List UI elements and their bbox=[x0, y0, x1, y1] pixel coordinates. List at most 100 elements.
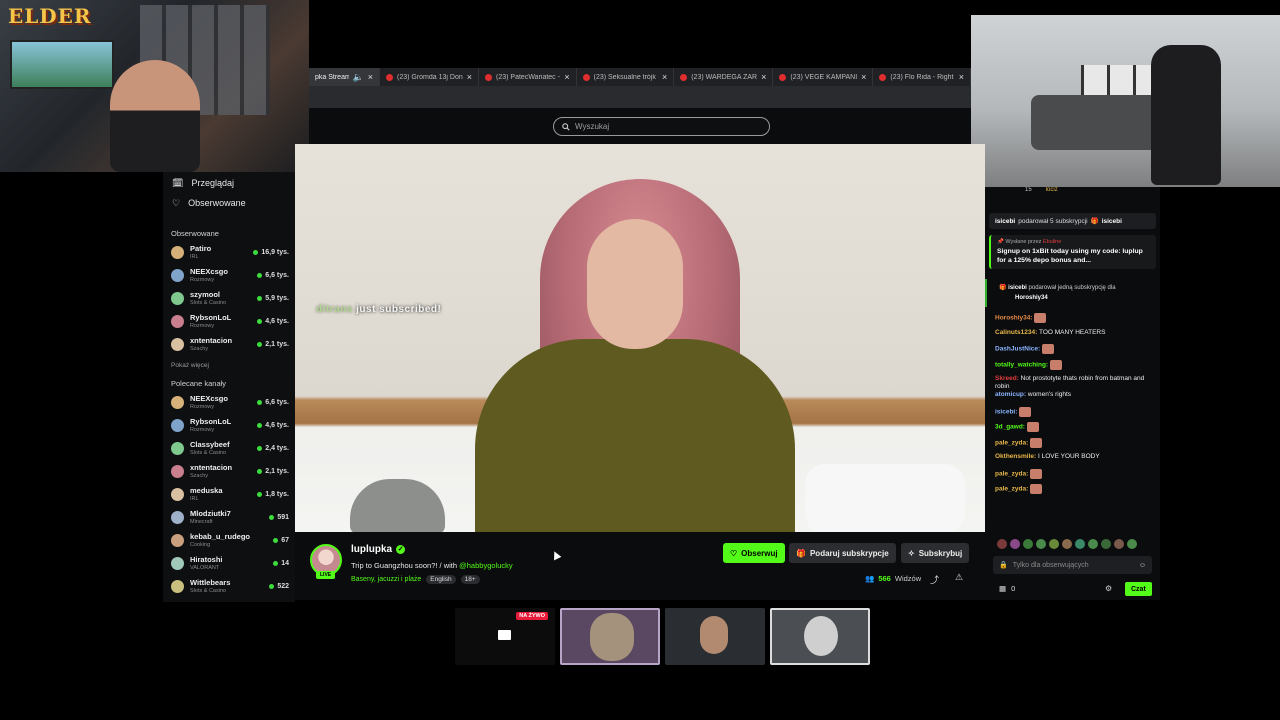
channel-name: Mlodziutki7 bbox=[190, 509, 231, 518]
live-dot-icon bbox=[257, 423, 263, 428]
channel-info: Hiratoshi VALORANT bbox=[190, 556, 273, 572]
channel-info: szymool Slots & Casino bbox=[190, 291, 257, 307]
sidebar-channel-item[interactable]: xntentacion Szachy 2,1 tys. bbox=[163, 460, 295, 483]
show-more-link[interactable]: Pokaż więcej bbox=[163, 359, 295, 373]
browser-tab[interactable]: (23) WARDEGA ZAR × bbox=[674, 68, 774, 86]
report-icon[interactable]: ⚠ bbox=[955, 572, 963, 583]
gear-icon[interactable]: ⚙ bbox=[1105, 584, 1112, 593]
sidebar-channel-item[interactable]: RybsonLoL Rozmowy 4,6 tys. bbox=[163, 310, 295, 333]
sidebar-channel-item[interactable]: Hiratoshi VALORANT 14 bbox=[163, 552, 295, 575]
chat-username[interactable]: Calinuts1234: bbox=[995, 329, 1037, 336]
emote-icon[interactable] bbox=[1127, 539, 1137, 549]
channel-viewers: 6,6 tys. bbox=[257, 272, 289, 279]
live-dot-icon bbox=[257, 342, 263, 347]
chat-username[interactable]: totally_watching: bbox=[995, 361, 1048, 368]
sidebar-channel-item[interactable]: meduska IRL 1,8 tys. bbox=[163, 483, 295, 506]
emote-icon[interactable] bbox=[1101, 539, 1111, 549]
emote-icon[interactable] bbox=[1036, 539, 1046, 549]
emote-icon[interactable] bbox=[1075, 539, 1085, 549]
close-icon[interactable]: × bbox=[662, 72, 667, 82]
emote-icon[interactable] bbox=[1049, 539, 1059, 549]
chat-username[interactable]: DashJustNice: bbox=[995, 346, 1040, 353]
sidebar-channel-item[interactable]: kebab_u_rudego Cooking 67 bbox=[163, 529, 295, 552]
channel-info: RybsonLoL Rozmowy bbox=[190, 418, 257, 434]
gift-banner-text: podarował 5 subskrypcji bbox=[1018, 217, 1088, 225]
youtube-icon bbox=[485, 73, 493, 81]
sidebar-channel-item[interactable]: Patiro IRL 16,9 tys. bbox=[163, 241, 295, 264]
browser-tab[interactable]: (23) Flo Rida - Right × bbox=[873, 68, 971, 86]
sidebar-channel-item[interactable]: xntentacion Szachy 2,1 tys. bbox=[163, 333, 295, 356]
sidebar-channel-item[interactable]: szymool Slots & Casino 5,9 tys. bbox=[163, 287, 295, 310]
subscribe-button[interactable]: ✧ Subskrybuj bbox=[901, 543, 970, 563]
chat-username[interactable]: Skreed: bbox=[995, 375, 1019, 382]
sidebar-channel-item[interactable]: Classybeef Slots & Casino 2,4 tys. bbox=[163, 437, 295, 460]
tag-language[interactable]: English bbox=[426, 575, 456, 584]
stream-category-row: Baseny, jacuzzi i plaże English 18+ bbox=[351, 575, 480, 584]
browser-tab[interactable]: (23) PatecWariatec - × bbox=[479, 68, 577, 86]
channel-points[interactable]: ▦ 0 bbox=[999, 584, 1015, 593]
close-icon[interactable]: × bbox=[761, 72, 766, 82]
streamer-name[interactable]: luplupka ✓ bbox=[351, 544, 406, 555]
emote-icon bbox=[1026, 422, 1039, 432]
stream-title-mention[interactable]: @habbygolucky bbox=[459, 561, 512, 570]
browser-tab[interactable]: pka Stream 🔈 × bbox=[309, 68, 380, 86]
scene-thumb-3[interactable] bbox=[665, 608, 765, 665]
pinned-message[interactable]: 📌 Wysłane przez Ebuline Signup on 1xBit … bbox=[989, 235, 1156, 269]
send-chat-button[interactable]: Czat bbox=[1125, 582, 1152, 596]
channel-avatar bbox=[171, 557, 184, 570]
chat-username[interactable]: isicebi: bbox=[995, 408, 1017, 415]
chat-input[interactable]: 🔒 Tylko dla obserwujących ☺ bbox=[993, 556, 1152, 574]
gift-subs-button[interactable]: 🎁 Podaruj subskrypcje bbox=[789, 543, 896, 563]
pin-icon: 📌 bbox=[997, 239, 1004, 245]
chat-username[interactable]: pale_zyda: bbox=[995, 486, 1028, 493]
chat-username[interactable]: 3d_gawd: bbox=[995, 424, 1025, 431]
browser-tab[interactable]: (23) Gromda 13j Don × bbox=[380, 68, 480, 86]
emote-icon[interactable] bbox=[1062, 539, 1072, 549]
close-icon[interactable]: × bbox=[368, 72, 373, 82]
sidebar-channel-item[interactable]: Wittlebears Slots & Casino 522 bbox=[163, 575, 295, 598]
emote-picker-icon[interactable]: ☺ bbox=[1139, 562, 1146, 569]
emote-icon[interactable] bbox=[1023, 539, 1033, 549]
emote-icon bbox=[1019, 406, 1032, 417]
close-icon[interactable]: × bbox=[959, 72, 964, 82]
chat-username[interactable]: Okthensmile: bbox=[995, 453, 1036, 460]
emote-icon[interactable] bbox=[1114, 539, 1124, 549]
channel-viewers: 6,6 tys. bbox=[257, 399, 289, 406]
channel-category: Slots & Casino bbox=[190, 587, 227, 594]
close-icon[interactable]: × bbox=[861, 72, 866, 82]
channel-avatar bbox=[171, 269, 184, 282]
browser-tab[interactable]: (23) VEGE KAMPANI × bbox=[773, 68, 874, 86]
tag-age[interactable]: 18+ bbox=[460, 575, 480, 584]
search-input[interactable]: Wyszukaj bbox=[553, 117, 770, 136]
chat-line: pale_zyda: bbox=[995, 468, 1043, 479]
emote-icon[interactable] bbox=[1088, 539, 1098, 549]
scene-thumb-4[interactable] bbox=[770, 608, 870, 665]
chat-username[interactable]: pale_zyda: bbox=[995, 470, 1028, 477]
emote-icon[interactable] bbox=[997, 539, 1007, 549]
chat-username[interactable]: atomicup: bbox=[995, 391, 1026, 398]
scene-thumb-screen[interactable]: NA ŻYWO bbox=[455, 608, 555, 665]
video-player[interactable] bbox=[295, 144, 985, 532]
sidebar-channel-item[interactable]: NEEXcsgo Rozmowy 6,6 tys. bbox=[163, 391, 295, 414]
nav-following[interactable]: ♡ Obserwowane bbox=[163, 193, 295, 213]
stream-category[interactable]: Baseny, jacuzzi i plaże bbox=[351, 576, 421, 583]
streamer-name-text: luplupka bbox=[351, 544, 393, 555]
close-icon[interactable]: × bbox=[564, 72, 569, 82]
video-person-face bbox=[587, 219, 683, 349]
live-dot-icon bbox=[269, 584, 275, 589]
channel-viewers: 4,6 tys. bbox=[257, 318, 289, 325]
sidebar-channel-item[interactable]: RybsonLoL Rozmowy 4,6 tys. bbox=[163, 414, 295, 437]
nav-browse[interactable]: 🗓 Przeglądaj bbox=[163, 173, 295, 193]
subgift-text: podarował jedną subskrypcję dla bbox=[1028, 285, 1116, 291]
sidebar-channel-item[interactable]: NEEXcsgo Rozmowy 6,6 tys. bbox=[163, 264, 295, 287]
chat-username[interactable]: pale_zyda: bbox=[995, 439, 1028, 446]
speaker-icon[interactable]: 🔈 bbox=[353, 72, 364, 83]
close-icon[interactable]: × bbox=[467, 72, 472, 82]
follow-button[interactable]: ♡ Obserwuj bbox=[723, 543, 785, 563]
scene-thumb-2[interactable] bbox=[560, 608, 660, 665]
share-icon[interactable]: ⤴ bbox=[930, 573, 939, 586]
sidebar-channel-item[interactable]: Mlodziutki7 Minecraft 591 bbox=[163, 506, 295, 529]
chat-username[interactable]: Horoshiy34: bbox=[995, 315, 1033, 322]
emote-icon[interactable] bbox=[1010, 539, 1020, 549]
browser-tab[interactable]: (23) Seksualne trójk × bbox=[577, 68, 675, 86]
